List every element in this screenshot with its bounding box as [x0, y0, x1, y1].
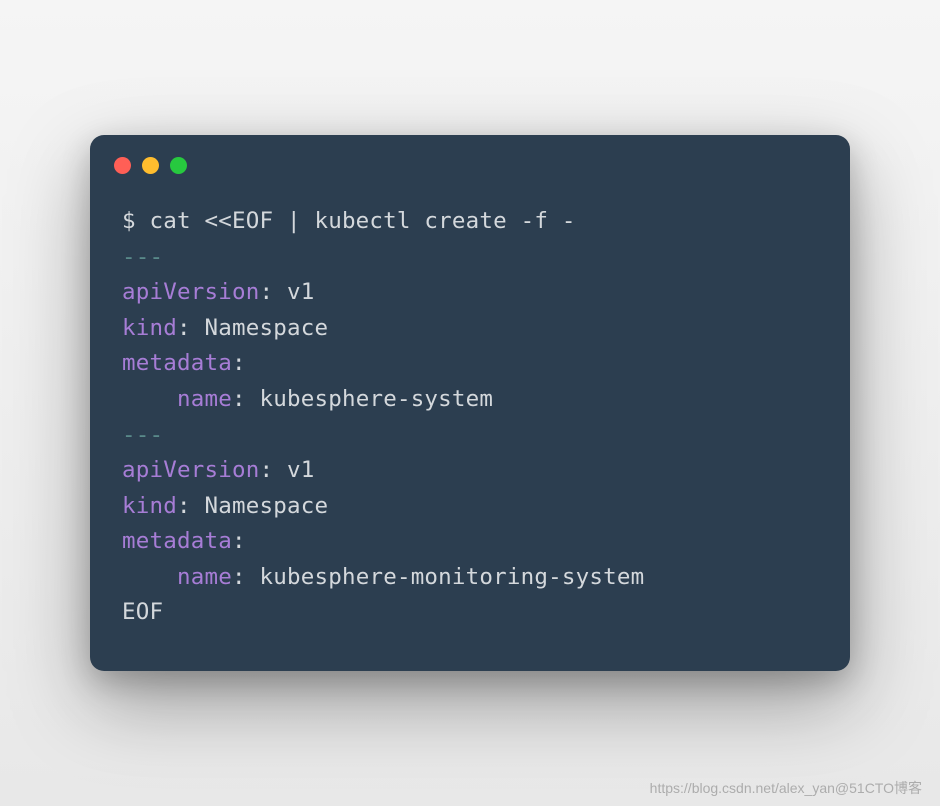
yaml-val-name: kubesphere-monitoring-system	[246, 564, 645, 590]
yaml-val-name: kubesphere-system	[246, 386, 493, 412]
yaml-key-kind: kind	[122, 315, 177, 341]
colon: :	[177, 493, 191, 519]
colon: :	[259, 279, 273, 305]
yaml-separator: ---	[122, 422, 163, 448]
command-line: $ cat <<EOF | kubectl create -f -	[122, 208, 576, 234]
colon: :	[232, 528, 246, 554]
yaml-key-name: name	[122, 564, 232, 590]
yaml-key-metadata: metadata	[122, 350, 232, 376]
yaml-key-kind: kind	[122, 493, 177, 519]
maximize-icon[interactable]	[170, 157, 187, 174]
eof-marker: EOF	[122, 599, 163, 625]
yaml-val-apiversion: v1	[273, 279, 314, 305]
colon: :	[232, 564, 246, 590]
yaml-val-kind: Namespace	[191, 493, 328, 519]
yaml-key-metadata: metadata	[122, 528, 232, 554]
yaml-val-apiversion: v1	[273, 457, 314, 483]
terminal-body: $ cat <<EOF | kubectl create -f - --- ap…	[90, 184, 850, 671]
window-titlebar	[90, 135, 850, 184]
colon: :	[232, 386, 246, 412]
terminal-window: $ cat <<EOF | kubectl create -f - --- ap…	[90, 135, 850, 671]
yaml-key-name: name	[122, 386, 232, 412]
yaml-val-kind: Namespace	[191, 315, 328, 341]
yaml-separator: ---	[122, 244, 163, 270]
colon: :	[177, 315, 191, 341]
watermark-text: https://blog.csdn.net/alex_yan@51CTO博客	[650, 778, 922, 798]
yaml-key-apiversion: apiVersion	[122, 457, 259, 483]
close-icon[interactable]	[114, 157, 131, 174]
minimize-icon[interactable]	[142, 157, 159, 174]
yaml-key-apiversion: apiVersion	[122, 279, 259, 305]
colon: :	[259, 457, 273, 483]
colon: :	[232, 350, 246, 376]
